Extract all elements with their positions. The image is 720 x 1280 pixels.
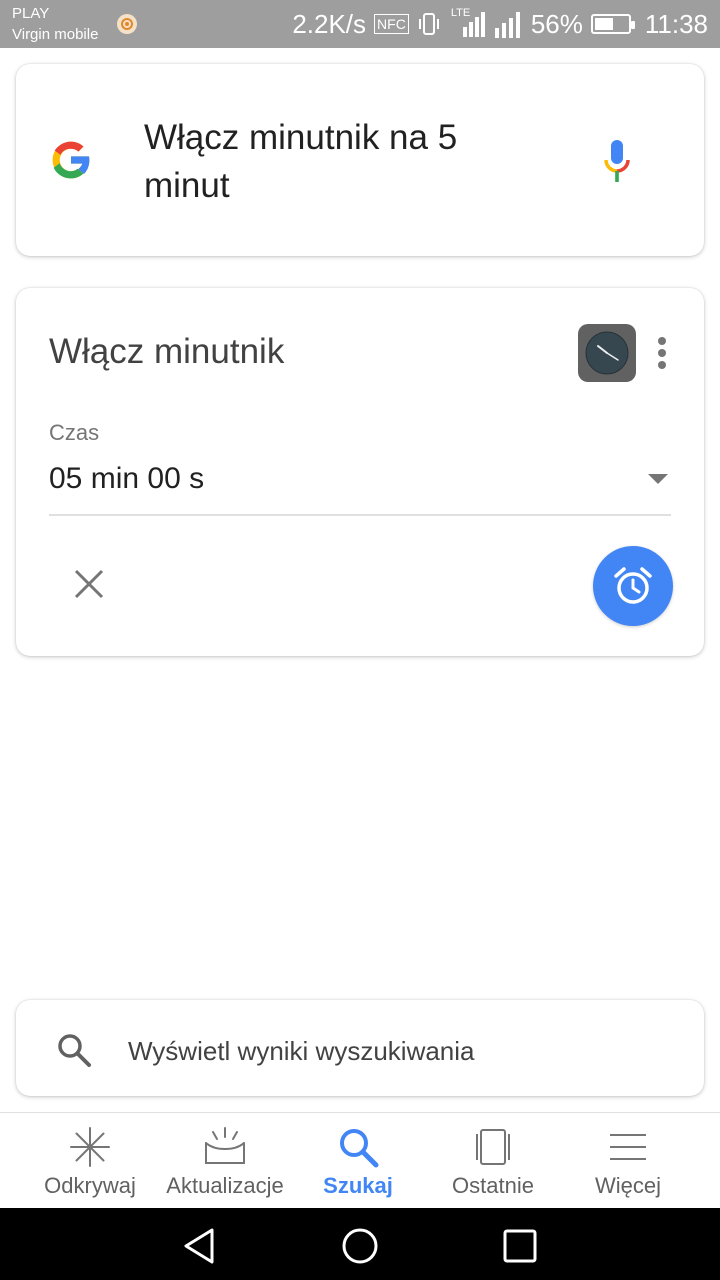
search-icon [58,1034,91,1067]
time-field-underline [49,514,671,516]
status-icons: 2.2K/s NFC LTE 56% 11:38 [292,0,708,48]
time-field-label: Czas [49,420,100,445]
back-icon[interactable] [180,1226,220,1266]
nav-label-recents: Ostatnie [452,1173,534,1198]
time-field-value[interactable]: 05 min 00 s [49,462,204,496]
sun-icon [117,14,137,34]
discover-icon [70,1127,110,1167]
nav-item-search[interactable]: Szukaj [286,1113,430,1209]
nav-item-updates[interactable]: Aktualizacje [153,1113,297,1209]
start-timer-button[interactable] [593,546,673,626]
home-icon[interactable] [340,1226,380,1266]
lte-signal-icon: LTE [449,7,485,39]
carrier-name: PLAY [12,5,50,22]
show-search-results-card[interactable]: Wyświetl wyniki wyszukiwania [16,1000,704,1096]
timer-title: Włącz minutnik [49,332,285,371]
vibrate-icon [418,13,439,35]
nav-label-search: Szukaj [323,1173,393,1198]
close-icon[interactable] [73,568,105,600]
system-navigation-bar [0,1208,720,1280]
nfc-icon: NFC [374,14,409,34]
battery-icon [590,14,635,34]
signal-icon [494,12,520,38]
nav-item-discover[interactable]: Odkrywaj [18,1113,162,1209]
menu-icon [610,1134,646,1160]
clock-face [585,331,629,375]
nav-label-more: Więcej [594,1173,661,1198]
microphone-icon[interactable] [602,138,632,186]
battery-fill [594,18,613,30]
query-card[interactable]: Włącz minutnik na 5 minut [16,64,704,256]
clock-time: 11:38 [644,8,708,39]
bottom-navigation: Odkrywaj Aktualizacje Szukaj Ostatnie Wi… [0,1112,720,1209]
updates-icon [205,1127,245,1164]
nav-item-more[interactable]: Więcej [556,1113,700,1209]
clock-app-icon[interactable] [578,324,636,382]
more-vert-icon[interactable] [656,335,668,371]
battery-percent: 56% [530,8,583,39]
search-icon [340,1129,379,1168]
show-search-results-label: Wyświetl wyniki wyszukiwania [128,1036,475,1066]
carrier-sub-name: Virgin mobile [12,26,99,43]
alarm-icon [614,567,652,604]
dropdown-arrow-icon[interactable] [648,474,668,486]
recents-icon [476,1129,510,1165]
network-speed: 2.2K/s [292,8,367,39]
overview-icon[interactable] [500,1226,540,1266]
google-logo-icon [52,141,91,179]
nav-label-updates: Aktualizacje [166,1173,284,1198]
status-bar: PLAY Virgin mobile 2.2K/s NFC LTE 56% 11… [0,0,720,48]
nav-label-discover: Odkrywaj [44,1173,136,1198]
nav-item-recents[interactable]: Ostatnie [421,1113,565,1209]
timer-card: Włącz minutnik Czas 05 min 00 s [16,288,704,656]
query-text: Włącz minutnik na 5 minut [144,118,458,205]
